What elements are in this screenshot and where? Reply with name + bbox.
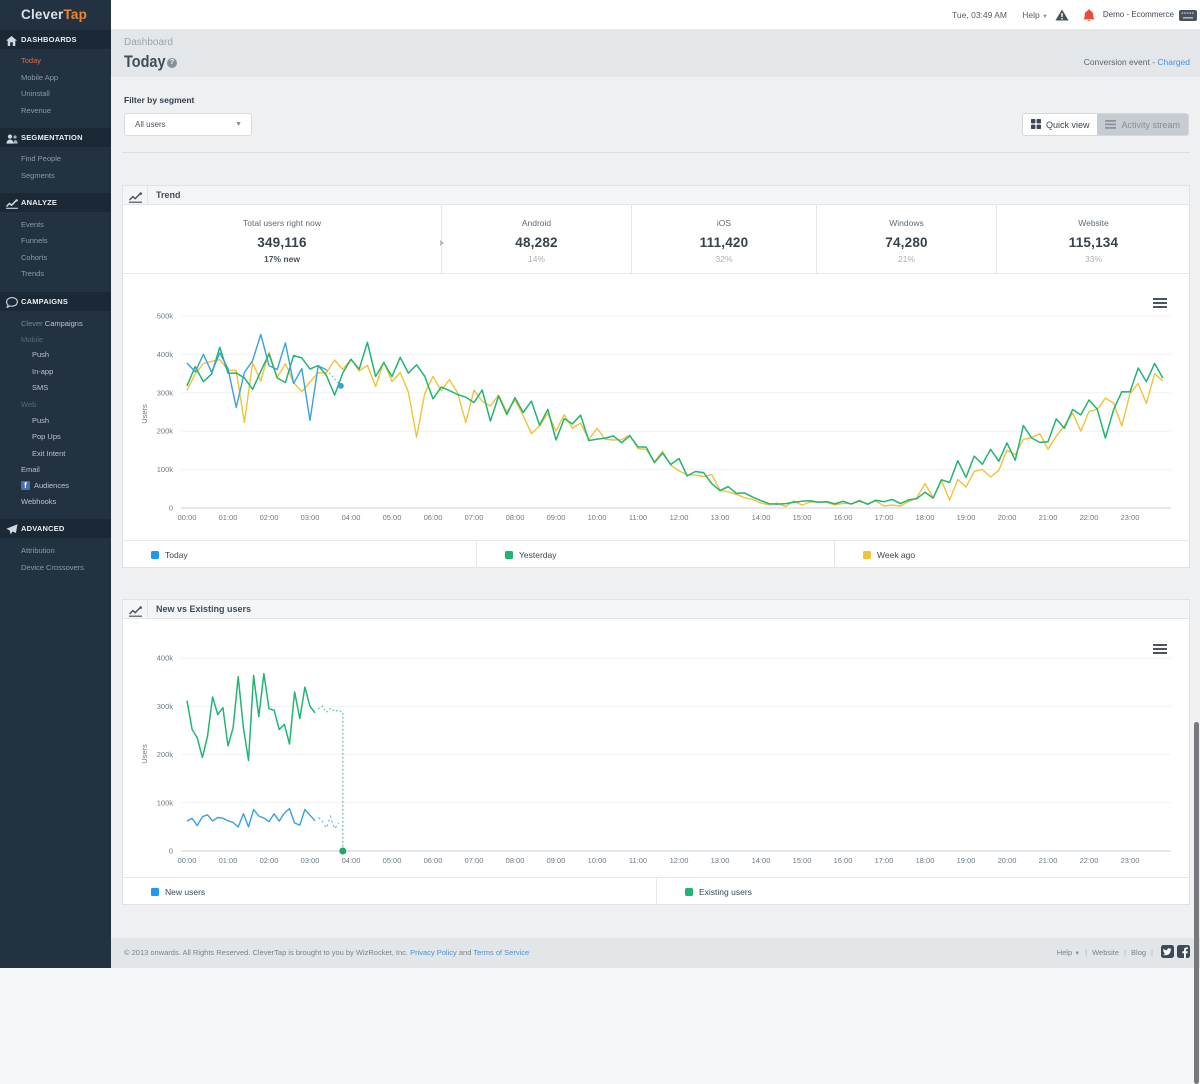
svg-text:10:00: 10:00 bbox=[588, 856, 607, 865]
svg-text:12:00: 12:00 bbox=[670, 856, 689, 865]
svg-text:16:00: 16:00 bbox=[834, 513, 853, 522]
svg-text:17:00: 17:00 bbox=[875, 513, 894, 522]
svg-text:100k: 100k bbox=[157, 798, 174, 807]
svg-text:23:00: 23:00 bbox=[1121, 856, 1140, 865]
svg-text:02:00: 02:00 bbox=[260, 513, 279, 522]
svg-text:15:00: 15:00 bbox=[793, 513, 812, 522]
svg-text:05:00: 05:00 bbox=[383, 513, 402, 522]
svg-text:400k: 400k bbox=[157, 350, 174, 359]
svg-text:21:00: 21:00 bbox=[1039, 856, 1058, 865]
svg-text:400k: 400k bbox=[157, 654, 174, 663]
svg-text:10:00: 10:00 bbox=[588, 513, 607, 522]
svg-text:05:00: 05:00 bbox=[383, 856, 402, 865]
svg-text:04:00: 04:00 bbox=[342, 513, 361, 522]
svg-text:11:00: 11:00 bbox=[629, 856, 647, 865]
svg-text:23:00: 23:00 bbox=[1121, 513, 1140, 522]
svg-text:07:00: 07:00 bbox=[465, 856, 484, 865]
svg-text:08:00: 08:00 bbox=[506, 856, 525, 865]
svg-text:Users: Users bbox=[140, 744, 149, 764]
svg-text:03:00: 03:00 bbox=[301, 856, 320, 865]
svg-text:01:00: 01:00 bbox=[219, 513, 238, 522]
svg-text:12:00: 12:00 bbox=[670, 513, 689, 522]
svg-text:Users: Users bbox=[140, 404, 149, 424]
svg-text:22:00: 22:00 bbox=[1080, 513, 1099, 522]
svg-text:300k: 300k bbox=[157, 702, 174, 711]
svg-text:100k: 100k bbox=[157, 465, 174, 474]
svg-text:00:00: 00:00 bbox=[178, 856, 197, 865]
svg-text:03:00: 03:00 bbox=[301, 513, 320, 522]
svg-text:13:00: 13:00 bbox=[711, 856, 730, 865]
svg-text:18:00: 18:00 bbox=[916, 513, 935, 522]
svg-text:500k: 500k bbox=[157, 312, 174, 321]
svg-text:04:00: 04:00 bbox=[342, 856, 361, 865]
svg-text:07:00: 07:00 bbox=[465, 513, 484, 522]
svg-text:09:00: 09:00 bbox=[547, 856, 566, 865]
svg-text:00:00: 00:00 bbox=[178, 513, 197, 522]
svg-text:20:00: 20:00 bbox=[998, 856, 1017, 865]
svg-text:200k: 200k bbox=[157, 750, 174, 759]
svg-text:19:00: 19:00 bbox=[957, 513, 976, 522]
svg-text:01:00: 01:00 bbox=[219, 856, 238, 865]
svg-text:06:00: 06:00 bbox=[424, 856, 443, 865]
svg-text:15:00: 15:00 bbox=[793, 856, 812, 865]
svg-text:13:00: 13:00 bbox=[711, 513, 730, 522]
svg-text:0: 0 bbox=[169, 847, 173, 856]
svg-text:17:00: 17:00 bbox=[875, 856, 894, 865]
svg-text:16:00: 16:00 bbox=[834, 856, 853, 865]
svg-text:22:00: 22:00 bbox=[1080, 856, 1099, 865]
svg-text:19:00: 19:00 bbox=[957, 856, 976, 865]
svg-text:21:00: 21:00 bbox=[1039, 513, 1058, 522]
svg-text:14:00: 14:00 bbox=[752, 513, 771, 522]
svg-text:200k: 200k bbox=[157, 427, 174, 436]
svg-text:20:00: 20:00 bbox=[998, 513, 1017, 522]
svg-text:300k: 300k bbox=[157, 388, 174, 397]
svg-text:02:00: 02:00 bbox=[260, 856, 279, 865]
svg-text:06:00: 06:00 bbox=[424, 513, 443, 522]
svg-text:18:00: 18:00 bbox=[916, 856, 935, 865]
svg-text:0: 0 bbox=[169, 504, 173, 513]
svg-text:09:00: 09:00 bbox=[547, 513, 566, 522]
svg-text:08:00: 08:00 bbox=[506, 513, 525, 522]
svg-text:11:00: 11:00 bbox=[629, 513, 647, 522]
svg-text:14:00: 14:00 bbox=[752, 856, 771, 865]
